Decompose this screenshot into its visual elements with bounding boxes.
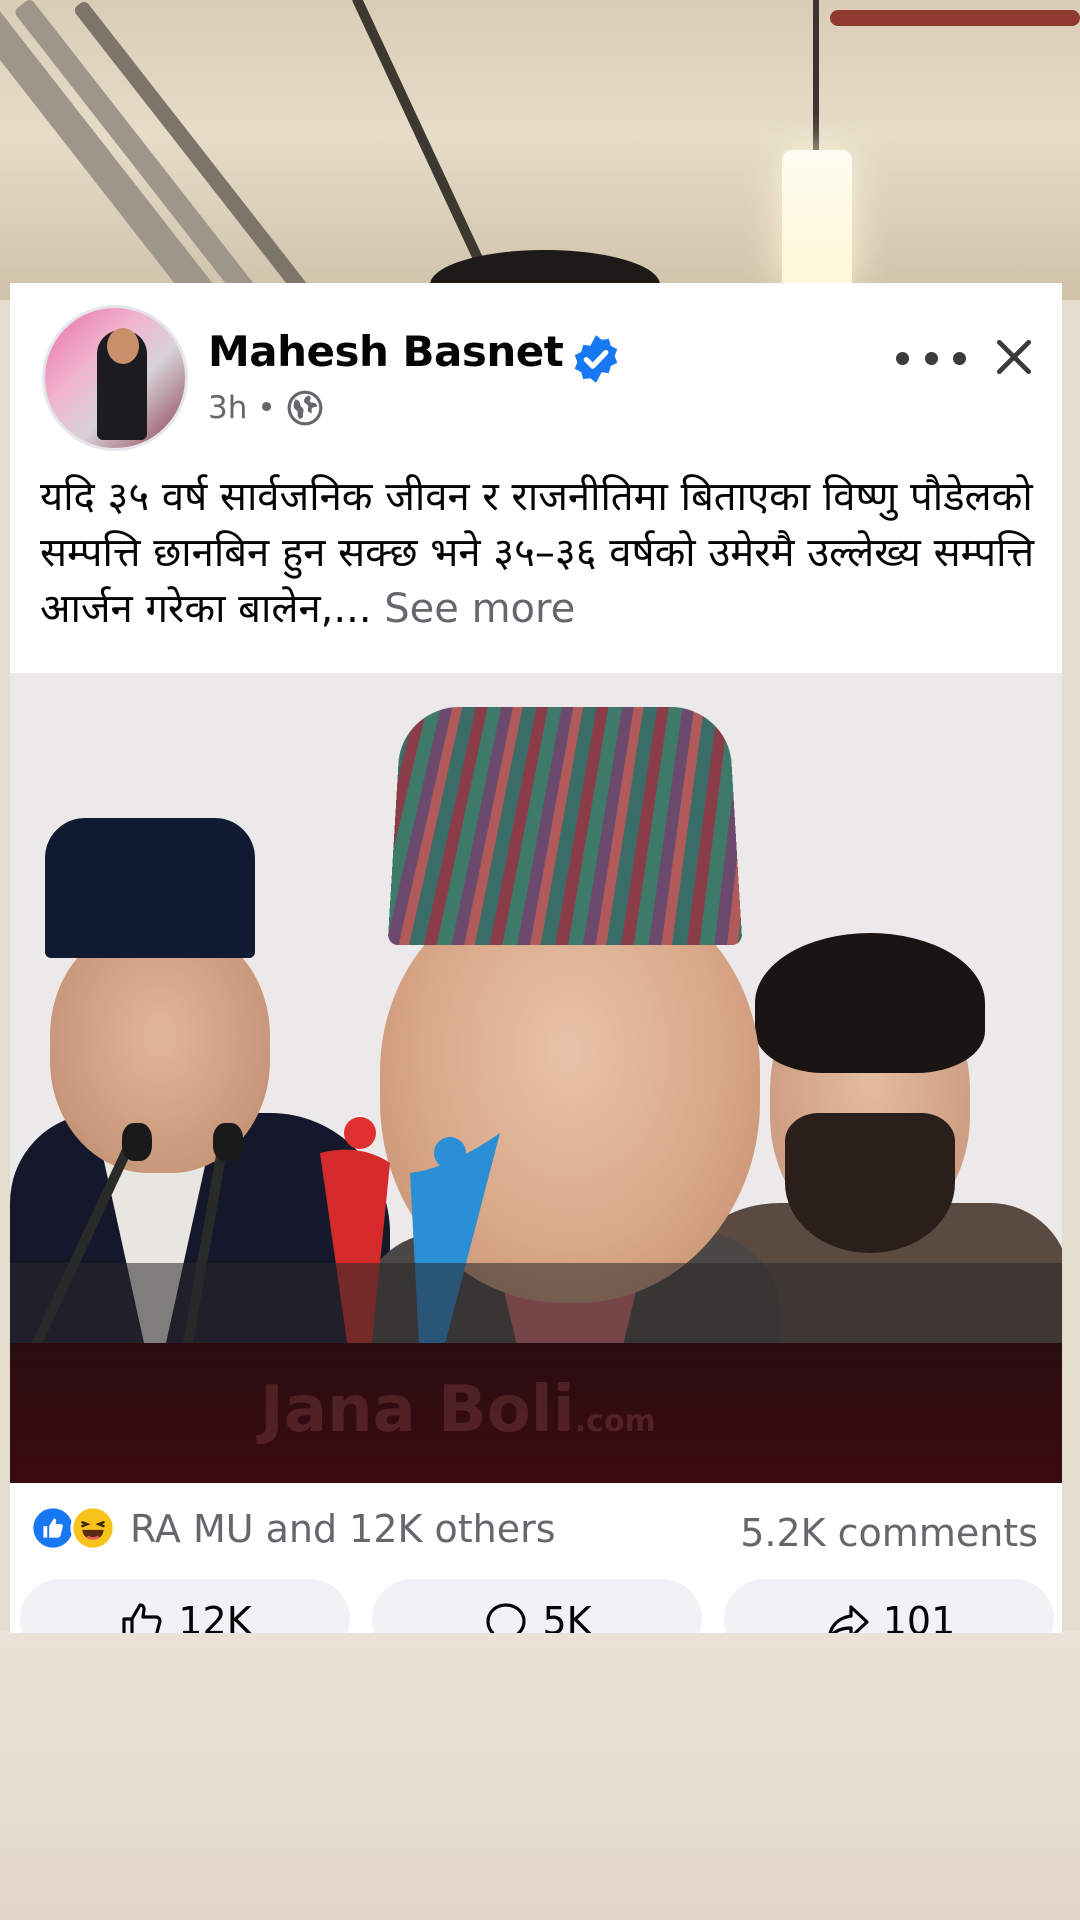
person-right-beard [785,1113,955,1253]
globe-icon [286,389,324,427]
like-icon [118,1599,166,1633]
more-options-icon[interactable] [896,343,966,373]
like-count: 12K [178,1599,251,1633]
dot [896,352,909,365]
microphone-head [213,1123,243,1161]
haha-reaction-icon[interactable] [70,1505,116,1551]
like-button[interactable]: 12K [20,1579,350,1633]
watermark-suffix: .com [575,1404,656,1439]
lamp-wire [813,0,819,155]
verified-badge-icon [570,333,622,385]
dot [925,352,938,365]
post-card: Mahesh Basnet 3h • यदि ३५ वर्ष सार्वजनिक… [10,283,1062,1633]
person-left-hat [45,818,255,958]
red-pipe [830,10,1080,26]
avatar[interactable] [42,305,188,451]
share-button[interactable]: 101 [724,1579,1054,1633]
background-side-right [1062,300,1080,1630]
comments-count[interactable]: 5.2K comments [740,1511,1038,1555]
dot [953,352,966,365]
post-image[interactable]: Jana Boli.com [10,673,1062,1483]
watermark-text: Jana Boli [260,1373,575,1447]
comment-icon [482,1599,530,1633]
background-ceiling [0,0,1080,300]
post-header: Mahesh Basnet 3h • [10,283,1062,453]
ceiling-pipe [351,0,500,297]
close-icon[interactable] [992,335,1036,379]
post-time[interactable]: 3h [208,390,247,426]
share-icon [823,1599,871,1633]
action-bar: 12K 5K 101 [10,1573,1062,1633]
meta-separator: • [257,390,275,426]
post-text: यदि ३५ वर्ष सार्वजनिक जीवन र राजनीतिमा ब… [40,469,1050,637]
microphone-head [122,1123,152,1161]
person-right-hair [755,933,985,1073]
share-count: 101 [883,1599,956,1633]
author-name[interactable]: Mahesh Basnet [208,327,563,376]
post-meta: 3h • [208,389,324,427]
image-watermark: Jana Boli.com [260,1373,656,1447]
image-overlay-band [10,1263,1062,1343]
comment-count: 5K [542,1599,591,1633]
see-more-link[interactable]: See more [384,586,575,632]
person-center-cap [388,707,743,945]
background-floor [0,1630,1080,1920]
ceiling-pipe [13,0,289,300]
avatar-face [107,328,139,364]
comment-button[interactable]: 5K [372,1579,702,1633]
ceiling-lamp [782,150,852,290]
reactions-summary[interactable]: RA MU and 12K others [130,1507,556,1551]
reactions-row: RA MU and 12K others 5.2K comments [10,1483,1062,1573]
